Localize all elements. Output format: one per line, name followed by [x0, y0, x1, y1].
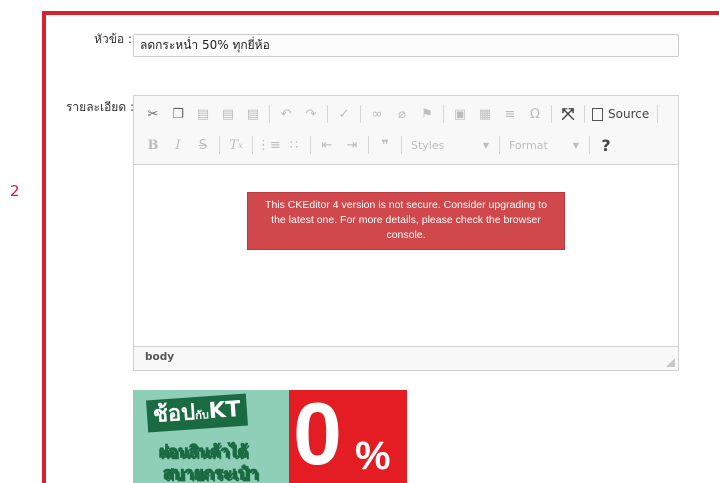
toolbar-separator [269, 105, 270, 123]
banner-zero: 0 [293, 390, 342, 483]
redo-icon[interactable]: ↷ [300, 103, 322, 125]
toolbar-separator [589, 136, 590, 154]
title-label: หัวข้อ : [94, 32, 132, 46]
paste-word-icon[interactable]: ▤ [242, 103, 264, 125]
chevron-down-icon: ▼ [572, 140, 579, 150]
unlink-icon[interactable]: ⌀ [391, 103, 413, 125]
bulleted-list-icon[interactable]: ∷ [283, 134, 305, 156]
banner-headline-text: ช้อป [152, 400, 196, 429]
title-input[interactable] [133, 34, 679, 57]
remove-format-icon[interactable]: Tx [225, 134, 247, 156]
anchor-icon[interactable]: ⚑ [416, 103, 438, 125]
toolbar-separator [551, 105, 552, 123]
toolbar-separator [360, 105, 361, 123]
security-notice: This CKEditor 4 version is not secure. C… [247, 192, 565, 250]
indent-icon[interactable]: ⇥ [341, 134, 363, 156]
toolbar-separator [443, 105, 444, 123]
editor-toolbar: ✂ ❐ ▤ ▤ ▤ ↶ ↷ ✓ ∞ ⌀ ⚑ ▣ ▦ ≡ Ω ⤧ Source B… [134, 96, 678, 165]
spellcheck-icon[interactable]: ✓ [333, 103, 355, 125]
bold-icon[interactable]: B [142, 134, 164, 156]
toolbar-row-2: B I S Tx ⋮≡ ∷ ⇤ ⇥ ❞ Styles ▼ Format ▼ ? [142, 133, 620, 157]
chevron-down-icon: ▼ [482, 140, 489, 150]
styles-combo[interactable]: Styles ▼ [407, 135, 493, 155]
source-label: Source [608, 107, 650, 121]
format-combo[interactable]: Format ▼ [505, 135, 583, 155]
banner-brand: KT [207, 396, 242, 425]
toolbar-separator [327, 105, 328, 123]
banner-headline-small: กับ [194, 408, 210, 423]
promo-banner-image: ช้อปกับKT ผ่อนสินค้าได้ สบายกระเป๋า 0 % [133, 390, 407, 483]
source-button[interactable]: Source [592, 107, 649, 121]
strikethrough-icon[interactable]: S [192, 134, 214, 156]
section-border-top [42, 11, 719, 15]
paste-icon[interactable]: ▤ [192, 103, 214, 125]
paste-text-icon[interactable]: ▤ [217, 103, 239, 125]
editor-statusbar: body [134, 346, 678, 370]
banner-subline-2: สบายกระเป๋า [162, 464, 259, 483]
special-char-icon[interactable]: Ω [524, 103, 546, 125]
format-combo-label: Format [509, 138, 548, 152]
styles-combo-label: Styles [411, 138, 445, 152]
toolbar-separator [368, 136, 369, 154]
numbered-list-icon[interactable]: ⋮≡ [257, 134, 281, 156]
source-icon [592, 107, 603, 121]
toolbar-separator [252, 136, 253, 154]
element-path[interactable]: body [145, 351, 174, 363]
rich-text-editor: ✂ ❐ ▤ ▤ ▤ ↶ ↷ ✓ ∞ ⌀ ⚑ ▣ ▦ ≡ Ω ⤧ Source B… [133, 95, 679, 371]
maximize-icon[interactable]: ⤧ [557, 103, 579, 125]
detail-label: รายละเอียด : [65, 100, 134, 114]
toolbar-separator [401, 136, 402, 154]
blockquote-icon[interactable]: ❞ [374, 134, 396, 156]
toolbar-separator [219, 136, 220, 154]
horizontal-rule-icon[interactable]: ≡ [499, 103, 521, 125]
toolbar-row-1: ✂ ❐ ▤ ▤ ▤ ↶ ↷ ✓ ∞ ⌀ ⚑ ▣ ▦ ≡ Ω ⤧ Source [142, 102, 663, 126]
link-icon[interactable]: ∞ [366, 103, 388, 125]
cut-icon[interactable]: ✂ [142, 103, 164, 125]
undo-icon[interactable]: ↶ [275, 103, 297, 125]
toolbar-separator [584, 105, 585, 123]
table-icon[interactable]: ▦ [474, 103, 496, 125]
step-number: 2 [10, 182, 20, 200]
resize-grip-icon[interactable] [666, 358, 675, 367]
outdent-icon[interactable]: ⇤ [316, 134, 338, 156]
banner-percent: % [355, 434, 391, 478]
copy-icon[interactable]: ❐ [167, 103, 189, 125]
toolbar-separator [310, 136, 311, 154]
section-border-left [42, 11, 46, 483]
italic-icon[interactable]: I [167, 134, 189, 156]
toolbar-separator [499, 136, 500, 154]
image-icon[interactable]: ▣ [449, 103, 471, 125]
toolbar-separator [657, 105, 659, 123]
banner-headline: ช้อปกับKT [146, 393, 248, 433]
help-icon[interactable]: ? [595, 134, 617, 156]
